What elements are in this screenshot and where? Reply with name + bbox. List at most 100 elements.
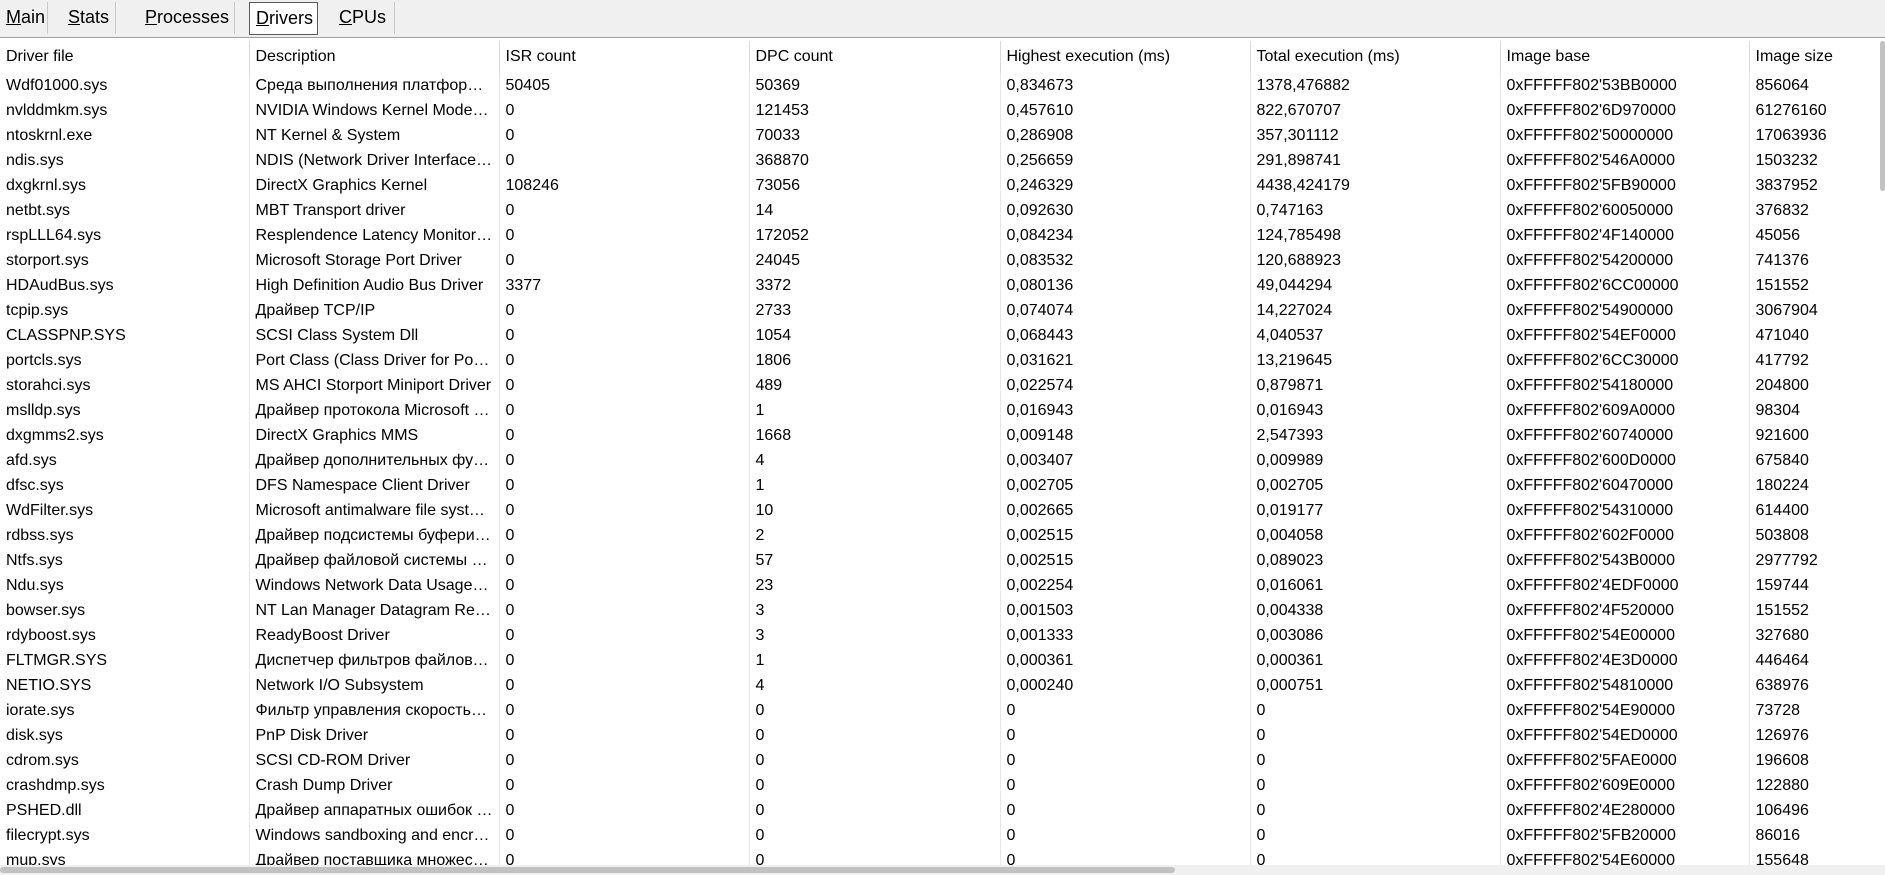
cell-isr-count: 0 <box>499 223 750 248</box>
table-row[interactable]: cdrom.sys SCSI CD-ROM Driver 0 0 0 0 0xFFFFF80… <box>0 748 1885 773</box>
cell-total-execution: 0,016061 <box>1250 573 1501 598</box>
table-row[interactable]: storport.sys Microsoft Storage Port Drive… <box>0 248 1885 273</box>
col-header-dpc-count[interactable]: DPC count <box>749 41 1001 73</box>
cell-highest-execution: 0,074074 <box>1000 298 1251 323</box>
cell-image-base: 0xFFFFF802'546A0000 <box>1500 148 1750 173</box>
table-row[interactable]: storahci.sys MS AHCI Storport Miniport Dr… <box>0 373 1885 398</box>
table-row[interactable]: FLTMGR.SYSДиспетчер фильтров файловой си… <box>0 648 1885 673</box>
cell-driver-file: NETIO.SYS <box>0 673 250 698</box>
col-header-image-base[interactable]: Image base <box>1500 41 1750 73</box>
table-row[interactable]: dxgkrnl.sys DirectX Graphics Kernel 108246… <box>0 173 1885 198</box>
table-row[interactable]: Ntfs.sys Драйвер файловой системы NT 0 57 0,… <box>0 548 1885 573</box>
table-row[interactable]: dfsc.sys DFS Namespace Client Driver 0 1 0,0… <box>0 473 1885 498</box>
tab-cpus[interactable]: CPUs <box>333 2 395 34</box>
cell-description: DirectX Graphics MMS <box>249 423 500 448</box>
cell-dpc-count: 0 <box>749 823 1001 848</box>
table-row[interactable]: rspLLL64.sys Resplendence Latency Monitor… <box>0 223 1885 248</box>
tab-stats[interactable]: Stats <box>62 2 116 34</box>
cell-dpc-count: 0 <box>749 723 1001 748</box>
cell-total-execution: 0,000361 <box>1250 648 1501 673</box>
cell-image-base: 0xFFFFF802'54EF0000 <box>1500 323 1750 348</box>
cell-dpc-count: 57 <box>749 548 1001 573</box>
table-row[interactable]: rdyboost.sys ReadyBoost Driver 0 3 0,001333 0… <box>0 623 1885 648</box>
table-row[interactable]: HDAudBus.sys High Definition Audio Bus Dr… <box>0 273 1885 298</box>
cell-dpc-count: 3372 <box>749 273 1001 298</box>
cell-description: MBT Transport driver <box>249 198 500 223</box>
cell-driver-file: portcls.sys <box>0 348 250 373</box>
vertical-scrollbar[interactable] <box>1879 41 1885 191</box>
table-row[interactable]: portcls.sys Port Class (Class Driver for … <box>0 348 1885 373</box>
tab-stats-label: tats <box>80 7 110 27</box>
col-header-description[interactable]: Description <box>249 41 500 73</box>
cell-highest-execution: 0,457610 <box>1000 98 1251 123</box>
table-row[interactable]: NETIO.SYS Network I/O Subsystem 0 4 0,000240… <box>0 673 1885 698</box>
cell-isr-count: 0 <box>499 498 750 523</box>
table-row[interactable]: dxgmms2.sys DirectX Graphics MMS 0 1668 0,00… <box>0 423 1885 448</box>
tab-main[interactable]: Main <box>0 2 48 34</box>
cell-image-size: 86016 <box>1749 823 1885 848</box>
cell-highest-execution: 0,003407 <box>1000 448 1251 473</box>
cell-description: Windows sandboxing and encryption filter <box>249 823 500 848</box>
cell-image-size: 2977792 <box>1749 548 1885 573</box>
tab-processes[interactable]: Processes <box>139 2 235 34</box>
cell-image-base: 0xFFFFF802'543B0000 <box>1500 548 1750 573</box>
vertical-scroll-thumb[interactable] <box>1880 41 1885 191</box>
cell-highest-execution: 0,001503 <box>1000 598 1251 623</box>
cell-driver-file: rdbss.sys <box>0 523 250 548</box>
cell-image-base: 0xFFFFF802'4F520000 <box>1500 598 1750 623</box>
cell-total-execution: 0,000751 <box>1250 673 1501 698</box>
cell-total-execution: 0,747163 <box>1250 198 1501 223</box>
horizontal-scroll-thumb[interactable] <box>0 867 1175 873</box>
cell-driver-file: filecrypt.sys <box>0 823 250 848</box>
cell-dpc-count: 2 <box>749 523 1001 548</box>
cell-image-base: 0xFFFFF802'60740000 <box>1500 423 1750 448</box>
table-row[interactable]: tcpip.sys Драйвер TCP/IP 0 2733 0,074074 14,2… <box>0 298 1885 323</box>
cell-description: SCSI Class System Dll <box>249 323 500 348</box>
col-header-image-size[interactable]: Image size <box>1749 41 1885 73</box>
table-row[interactable]: CLASSPNP.SYS SCSI Class System Dll 0 1054 0,… <box>0 323 1885 348</box>
tab-drivers[interactable]: Drivers <box>249 2 318 35</box>
cell-description: Драйвер дополнительных функций <box>249 448 500 473</box>
table-row[interactable]: disk.sys PnP Disk Driver 0 0 0 0 0xFFFFF802'54… <box>0 723 1885 748</box>
cell-highest-execution: 0,068443 <box>1000 323 1251 348</box>
cell-driver-file: nvlddmkm.sys <box>0 98 250 123</box>
table-row[interactable]: mslldp.sys Драйвер протокола Microsoft LL… <box>0 398 1885 423</box>
tab-drivers-label: rivers <box>269 8 313 28</box>
cell-isr-count: 0 <box>499 598 750 623</box>
table-row[interactable]: ndis.sys NDIS (Network Driver Interface S… <box>0 148 1885 173</box>
table-row[interactable]: Wdf01000.sysСреда выполнения платформы д… <box>0 73 1885 98</box>
cell-driver-file: dxgmms2.sys <box>0 423 250 448</box>
table-row[interactable]: Ndu.sysWindows Network Data Usage Monito… <box>0 573 1885 598</box>
col-header-highest-execution[interactable]: Highest execution (ms) <box>1000 41 1251 73</box>
table-row[interactable]: filecrypt.sys Windows sandboxing and encr… <box>0 823 1885 848</box>
cell-driver-file: mslldp.sys <box>0 398 250 423</box>
cell-total-execution: 4438,424179 <box>1250 173 1501 198</box>
table-row[interactable]: rdbss.sys Драйвер подсистемы буферизации 0… <box>0 523 1885 548</box>
horizontal-scrollbar[interactable] <box>0 865 1885 875</box>
table-row[interactable]: iorate.sysФильтр управления скоростью вв… <box>0 698 1885 723</box>
cell-image-base: 0xFFFFF802'54ED0000 <box>1500 723 1750 748</box>
table-row[interactable]: crashdmp.sys Crash Dump Driver 0 0 0 0 0xFFFFF… <box>0 773 1885 798</box>
cell-isr-count: 0 <box>499 298 750 323</box>
table-row[interactable]: afd.sys Драйвер дополнительных функций 0 4 0… <box>0 448 1885 473</box>
table-row[interactable]: ntoskrnl.exe NT Kernel & System 0 70033 0,28… <box>0 123 1885 148</box>
drivers-table-container: Driver file Description ISR count DPC co… <box>0 41 1885 875</box>
cell-highest-execution: 0,016943 <box>1000 398 1251 423</box>
table-row[interactable]: WdFilter.sys Microsoft antimalware file s… <box>0 498 1885 523</box>
tab-bar: Main Stats Processes Drivers CPUs <box>0 0 1885 38</box>
cell-dpc-count: 0 <box>749 798 1001 823</box>
cell-driver-file: PSHED.dll <box>0 798 250 823</box>
table-row[interactable]: netbt.sys MBT Transport driver 0 14 0,092630… <box>0 198 1885 223</box>
tab-main-label: ain <box>21 7 46 27</box>
tab-cpus-accel: C <box>339 7 352 27</box>
cell-total-execution: 0 <box>1250 723 1501 748</box>
col-header-total-execution[interactable]: Total execution (ms) <box>1250 41 1501 73</box>
table-row[interactable]: PSHED.dllДрайвер аппаратных ошибок платф… <box>0 798 1885 823</box>
table-row[interactable]: nvlddmkm.sys NVIDIA Windows Kernel Mode D… <box>0 98 1885 123</box>
col-header-isr-count[interactable]: ISR count <box>499 41 750 73</box>
table-row[interactable]: bowser.sysNT Lan Manager Datagram Receiv… <box>0 598 1885 623</box>
cell-image-size: 126976 <box>1749 723 1885 748</box>
cell-description: Драйвер аппаратных ошибок платформы <box>249 798 500 823</box>
cell-highest-execution: 0 <box>1000 748 1251 773</box>
col-header-driver-file[interactable]: Driver file <box>0 41 250 73</box>
